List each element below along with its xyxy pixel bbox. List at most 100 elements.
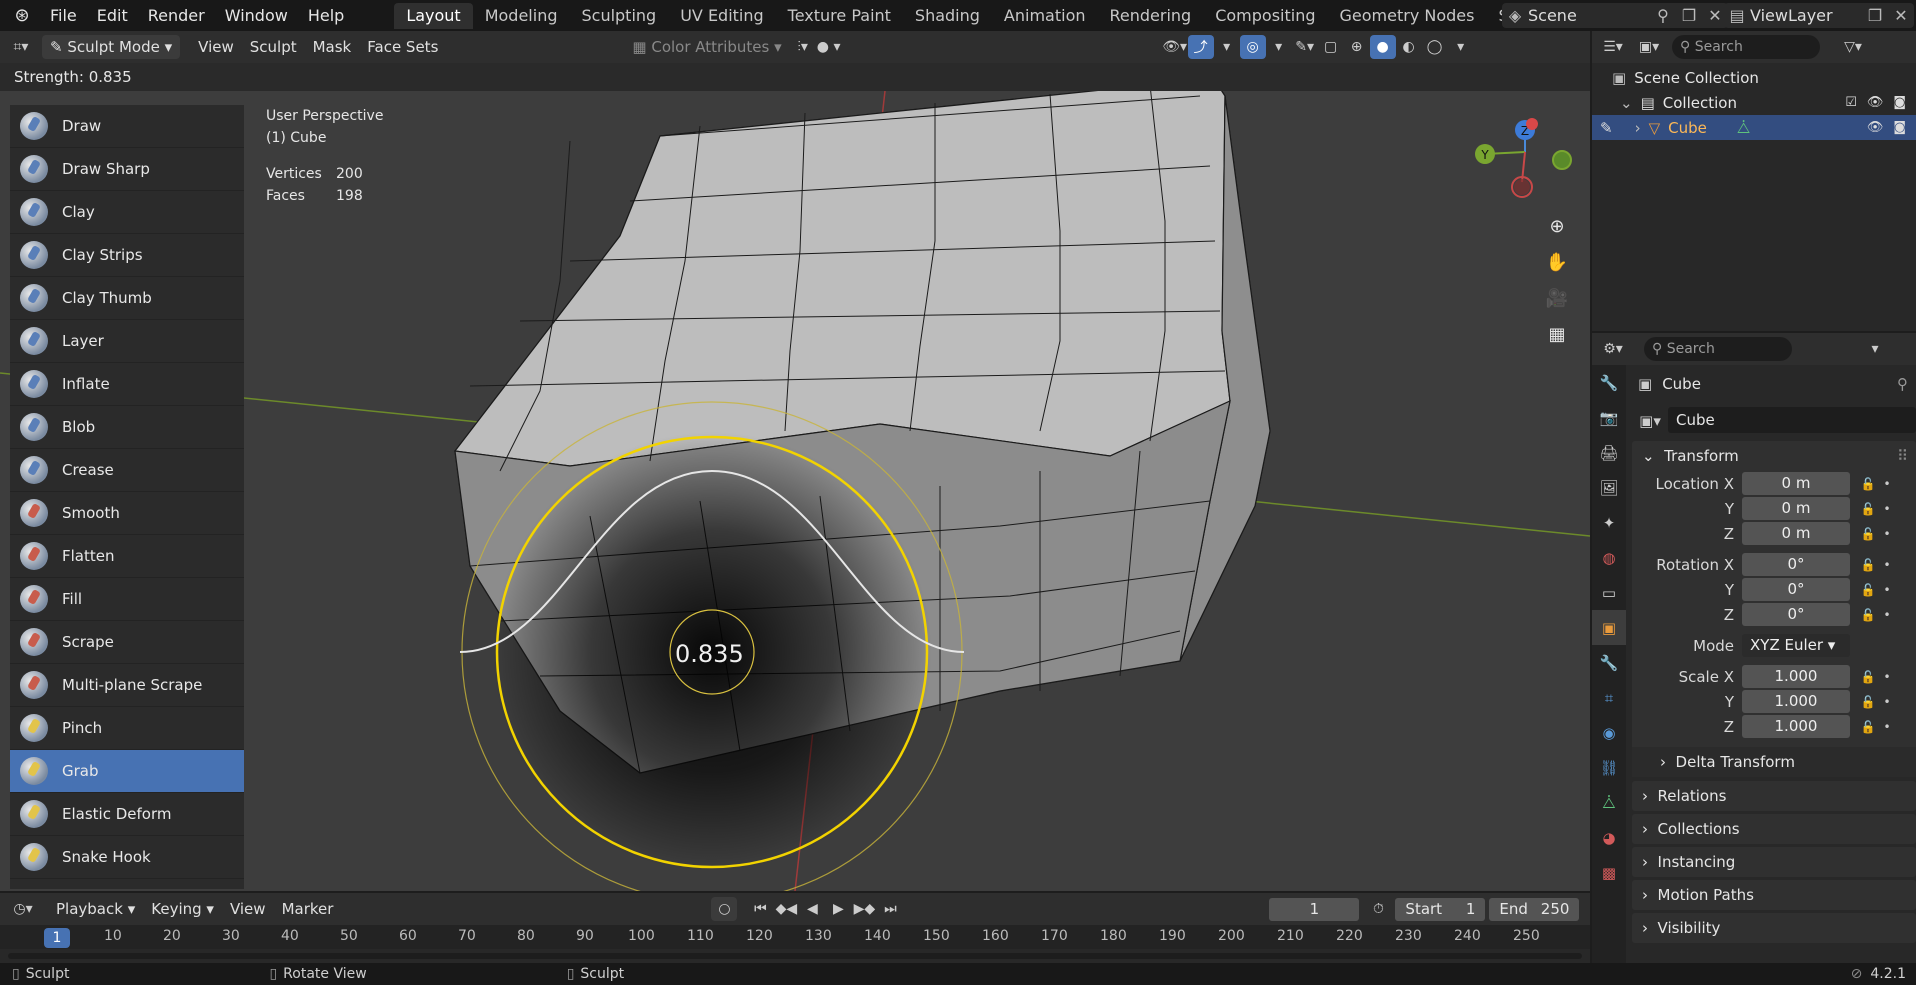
view-layer-name[interactable]: ViewLayer [1750,6,1862,25]
keyframe-dot-icon[interactable]: • [1880,720,1894,734]
brush-grab[interactable]: Grab [10,750,244,793]
lock-icon[interactable]: 🔓 [1856,583,1880,597]
playback-menu[interactable]: Playback ▾ [48,897,143,921]
lock-icon[interactable]: 🔓 [1856,608,1880,622]
material-tab-icon[interactable]: ◕ [1592,820,1626,855]
delta-transform-subpanel[interactable]: › Delta Transform [1632,747,1916,777]
object-tab-icon[interactable]: ▣ [1592,610,1626,645]
delete-view-layer-icon[interactable]: ✕ [1888,6,1914,25]
rotation-x-field[interactable]: 0° [1742,553,1850,576]
keyframe-dot-icon[interactable]: • [1880,608,1894,622]
next-keyframe-icon[interactable]: ▶◆ [851,897,877,921]
outliner-collection[interactable]: ⌄ ▤ Collection ☑ 👁 ◙ [1592,90,1916,115]
tab-texture-paint[interactable]: Texture Paint [776,3,903,29]
new-view-layer-icon[interactable]: ❐ [1862,6,1888,25]
play-icon[interactable]: ▶ [825,897,851,921]
brush-elastic-deform[interactable]: Elastic Deform [10,793,244,836]
relations-panel[interactable]: › Relations [1632,781,1916,811]
menu-help[interactable]: Help [298,0,354,31]
location-x-field[interactable]: 0 m [1742,472,1850,495]
tab-compositing[interactable]: Compositing [1203,3,1327,29]
collection-checkbox-icon[interactable]: ☑ [1845,95,1857,110]
editor-type-icon[interactable]: ⌗▾ [8,35,34,59]
lock-icon[interactable]: 🔓 [1856,670,1880,684]
pin-properties-icon[interactable]: ⚲ [1897,375,1908,393]
scale-y-field[interactable]: 1.000 [1742,690,1850,713]
rotation-mode-dropdown[interactable]: XYZ Euler ▾ [1742,634,1850,657]
rotation-z-field[interactable]: 0° [1742,603,1850,626]
pin-icon[interactable]: ⚲ [1650,6,1676,25]
brush-pinch[interactable]: Pinch [10,707,244,750]
visibility-icon[interactable]: 👁▾ [1162,35,1188,59]
navigation-gizmo[interactable]: Z Y [1470,112,1580,208]
lock-icon[interactable]: 🔓 [1856,527,1880,541]
tab-shading[interactable]: Shading [903,3,992,29]
zoom-icon[interactable]: ⊕ [1541,210,1573,242]
properties-editor-type-icon[interactable]: ⚙▾ [1600,337,1626,361]
lock-icon[interactable]: 🔓 [1856,502,1880,516]
brush-flatten[interactable]: Flatten [10,535,244,578]
jump-start-icon[interactable]: ⏮ [747,897,773,921]
timeline-editor-type-icon[interactable]: ◷▾ [10,897,36,921]
shading-wireframe-icon[interactable]: ⊕ [1344,35,1370,59]
location-z-field[interactable]: 0 m [1742,522,1850,545]
expand-chevron-right-icon[interactable]: › [1635,119,1641,137]
scale-x-field[interactable]: 1.000 [1742,665,1850,688]
brush-crease[interactable]: Crease [10,449,244,492]
collections-panel[interactable]: › Collections [1632,814,1916,844]
start-frame-field[interactable]: Start 1 [1395,897,1486,921]
keyframe-dot-icon[interactable]: • [1880,695,1894,709]
prev-keyframe-icon[interactable]: ◆◀ [773,897,799,921]
symmetry-icon[interactable]: ⫶▾ [790,35,816,59]
keyframe-dot-icon[interactable]: • [1880,502,1894,516]
outliner-scene-collection[interactable]: ▣ Scene Collection [1592,65,1916,90]
scene-name[interactable]: Scene [1528,6,1650,25]
rotation-y-field[interactable]: 0° [1742,578,1850,601]
brush-fill[interactable]: Fill [10,578,244,621]
world-tab-icon[interactable]: ◍ [1592,540,1626,575]
keyframe-dot-icon[interactable]: • [1880,477,1894,491]
lock-icon[interactable]: 🔓 [1856,558,1880,572]
end-frame-field[interactable]: End 250 [1489,897,1580,921]
lock-icon[interactable]: 🔓 [1856,695,1880,709]
filter-icon[interactable]: ▽▾ [1840,35,1866,59]
playhead[interactable]: 1 [44,928,70,948]
timeline-ruler[interactable]: 1 10 20 30 40 50 60 70 80 90 100 110 120… [0,925,1590,949]
marker-menu[interactable]: Marker [274,897,342,921]
brush-clay-thumb[interactable]: Clay Thumb [10,277,244,320]
overlay-toggle-icon[interactable]: ◎ [1239,35,1266,59]
shading-solid-icon[interactable]: ● [1369,35,1396,59]
view-layer-tab-icon[interactable]: 🖼 [1592,470,1626,505]
object-visibility-icon[interactable]: 👁 [1867,120,1884,135]
jump-end-icon[interactable]: ⏭ [877,897,903,921]
menu-view[interactable]: View [190,35,242,59]
physics-tab-icon[interactable]: ◉ [1592,715,1626,750]
properties-options-icon[interactable]: ▾ [1862,337,1888,361]
constraints-tab-icon[interactable]: ⛓ [1592,750,1626,785]
stopwatch-icon[interactable]: ⏱ [1365,897,1391,921]
keyframe-dot-icon[interactable]: • [1880,558,1894,572]
brush-clay[interactable]: Clay [10,191,244,234]
tab-rendering[interactable]: Rendering [1098,3,1204,29]
tool-tab-icon[interactable]: 🔧 [1592,365,1626,400]
brush-snake-hook[interactable]: Snake Hook [10,836,244,879]
strength-readout[interactable]: Strength: 0.835 [14,68,132,86]
object-type-icon[interactable]: ▣▾ [1632,412,1668,430]
play-reverse-icon[interactable]: ◀ [799,897,825,921]
timeline-view-menu[interactable]: View [222,897,274,921]
visibility-panel[interactable]: › Visibility [1632,913,1916,943]
scene-selector[interactable]: ◈ Scene ⚲ ❐ ✕ [1502,3,1728,28]
brush-smooth[interactable]: Smooth [10,492,244,535]
expand-chevron-icon[interactable]: ⌄ [1620,94,1633,112]
tab-animation[interactable]: Animation [992,3,1098,29]
blender-logo-icon[interactable]: ⊛ [10,4,34,28]
keyframe-dot-icon[interactable]: • [1880,583,1894,597]
particles-tab-icon[interactable]: ⌗ [1592,680,1626,715]
brush-multi-plane-scrape[interactable]: Multi-plane Scrape [10,664,244,707]
collection-tab-icon[interactable]: ▭ [1592,575,1626,610]
keying-menu[interactable]: Keying ▾ [143,897,222,921]
menu-render[interactable]: Render [138,0,215,31]
shading-material-icon[interactable]: ◐ [1396,35,1422,59]
brush-clay-strips[interactable]: Clay Strips [10,234,244,277]
color-attributes-dropdown[interactable]: ▦ Color Attributes ▾ [624,35,789,59]
